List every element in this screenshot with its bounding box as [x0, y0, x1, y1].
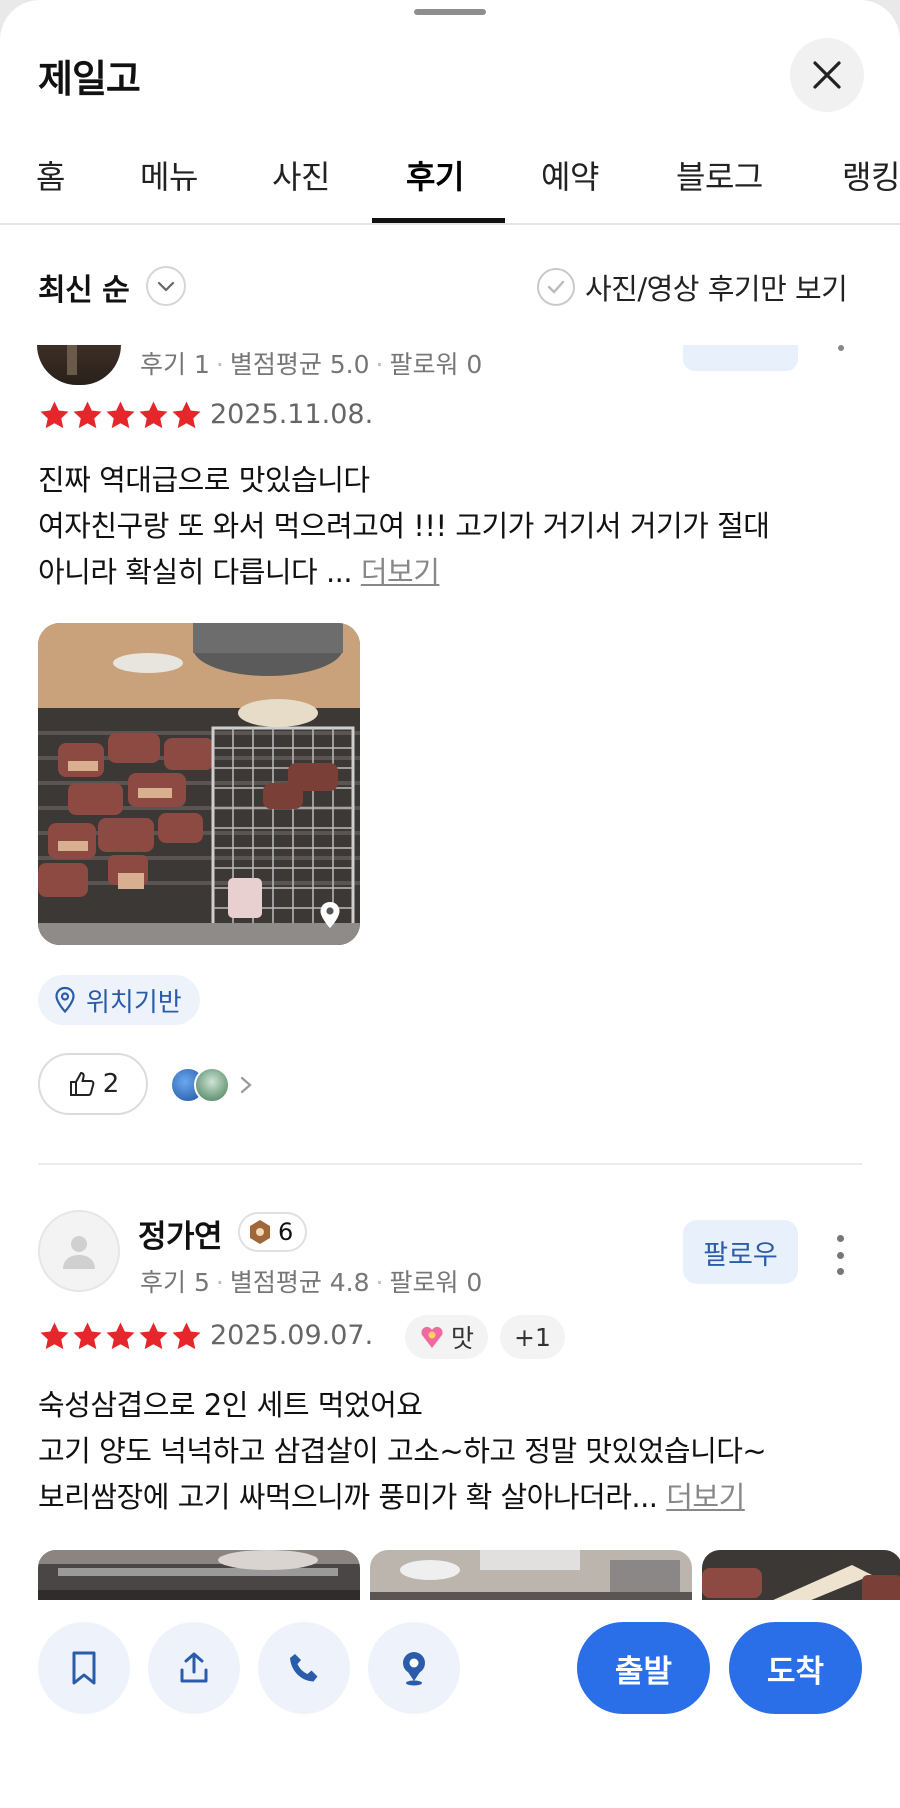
heart-taste-icon: [421, 1326, 443, 1348]
star-icon: [106, 401, 135, 429]
star-icon: [106, 1322, 135, 1350]
review-divider: [38, 1163, 862, 1165]
reviewer-avatar[interactable]: [37, 345, 121, 385]
sheet-drag-handle[interactable]: [414, 9, 486, 15]
follow-button[interactable]: 팔로우: [683, 1220, 798, 1284]
tab-ranking[interactable]: 랭킹: [842, 152, 900, 198]
thumbs-up-icon: [69, 1071, 95, 1096]
bookmark-icon: [72, 1651, 96, 1685]
review-photo[interactable]: [38, 1550, 360, 1600]
place-detail-sheet: 제일고 홈 메뉴 사진 후기 예약 블로그 랭킹 최신 순 사진/영상 후기만 …: [0, 0, 900, 1808]
active-tab-indicator: [372, 218, 505, 223]
review-text-line: 아니라 확실히 다릅니다 ... 더보기: [38, 555, 440, 589]
review-photo[interactable]: [370, 1550, 692, 1600]
like-count: 2: [102, 1069, 120, 1099]
tab-blog[interactable]: 블로그: [676, 152, 763, 198]
taste-tag-chip: 맛: [405, 1315, 489, 1359]
sort-dropdown-button[interactable]: [146, 266, 186, 306]
grilled-meat-photo: [38, 623, 360, 945]
star-icon: [40, 401, 69, 429]
depart-button[interactable]: 출발: [577, 1622, 710, 1714]
reviewer-stats: 후기 1 · 별점평균 5.0 · 팔로워 0: [140, 350, 483, 379]
review-text-line: 고기 양도 넉넉하고 삼겹살이 고소~하고 정말 맛있었습니다~: [38, 1434, 767, 1468]
tab-photos[interactable]: 사진: [272, 152, 330, 198]
reviewer-stats: 후기 5 · 별점평균 4.8 · 팔로워 0: [140, 1268, 483, 1297]
review-date: 2025.09.07.: [210, 1320, 374, 1351]
bookmark-button[interactable]: [38, 1622, 130, 1714]
photo-review-filter[interactable]: 사진/영상 후기만 보기: [537, 266, 848, 308]
star-icon: [73, 1322, 102, 1350]
hexagon-badge-icon: [250, 1220, 270, 1244]
default-user-icon: [63, 1236, 95, 1269]
review-photo[interactable]: [38, 623, 360, 945]
check-icon: [537, 268, 575, 306]
chevron-right-icon: [240, 1076, 252, 1094]
bottom-action-bar: 출발 도착: [0, 1600, 900, 1808]
review-date: 2025.11.08.: [210, 399, 374, 430]
meat-photo: [702, 1550, 900, 1600]
share-button[interactable]: [148, 1622, 240, 1714]
share-icon: [180, 1652, 208, 1683]
liker-avatar: [194, 1067, 230, 1103]
tab-reviews[interactable]: 후기: [406, 152, 464, 198]
review-text-line: 진짜 역대급으로 맛있습니다: [38, 463, 370, 497]
reviewer-name[interactable]: 정가연: [138, 1211, 223, 1256]
avatar[interactable]: [38, 1210, 120, 1292]
liker-avatars[interactable]: [170, 1067, 254, 1103]
sort-label[interactable]: 최신 순: [38, 265, 130, 309]
table-photo: [370, 1550, 692, 1600]
phone-icon: [290, 1654, 318, 1682]
star-icon: [73, 401, 102, 429]
arrive-button[interactable]: 도착: [729, 1622, 862, 1714]
reviewer-level-badge: 6: [238, 1212, 308, 1252]
location-pin-icon: [320, 902, 340, 928]
like-button[interactable]: 2: [38, 1053, 148, 1115]
map-pin-icon: [403, 1652, 425, 1686]
location-pin-icon: [55, 986, 75, 1014]
more-options-icon[interactable]: [838, 345, 844, 351]
close-icon: [813, 61, 841, 89]
tab-menu[interactable]: 메뉴: [140, 152, 198, 198]
follow-button[interactable]: [683, 345, 798, 371]
star-icon: [139, 1322, 168, 1350]
review-text-line: 여자친구랑 또 와서 먹으려고여 !!! 고기가 거기서 거기가 절대: [38, 509, 770, 543]
read-more-link[interactable]: 더보기: [361, 555, 440, 589]
location-chip-label: 위치기반: [86, 987, 182, 1018]
location-based-chip[interactable]: 위치기반: [38, 975, 200, 1025]
star-rating: [38, 1320, 203, 1353]
chevron-down-icon: [157, 281, 175, 292]
star-icon: [172, 401, 201, 429]
call-button[interactable]: [258, 1622, 350, 1714]
review-text-line: 숙성삼겹으로 2인 세트 먹었어요: [38, 1388, 423, 1422]
tab-reservation[interactable]: 예약: [541, 152, 599, 198]
more-options-icon[interactable]: [828, 1235, 852, 1275]
read-more-link[interactable]: 더보기: [666, 1480, 745, 1514]
page-title: 제일고: [38, 57, 141, 101]
star-icon: [40, 1322, 69, 1350]
review-text-line: 보리쌈장에 고기 싸먹으니까 풍미가 확 살아나더라... 더보기: [38, 1480, 745, 1514]
star-icon: [139, 401, 168, 429]
tab-home[interactable]: 홈: [36, 152, 65, 198]
photo-filter-label: 사진/영상 후기만 보기: [585, 272, 848, 306]
star-icon: [172, 1322, 201, 1350]
review-feed[interactable]: 후기 1 · 별점평균 5.0 · 팔로워 0 2025.11.08. 진짜 역대급으로…: [0, 345, 900, 1600]
map-pin-button[interactable]: [368, 1622, 460, 1714]
review-photo[interactable]: [702, 1550, 900, 1600]
more-tags-chip[interactable]: +1: [500, 1315, 565, 1359]
grill-photo: [38, 1550, 360, 1600]
tab-bar: 홈 메뉴 사진 후기 예약 블로그 랭킹: [0, 130, 900, 225]
star-rating: [38, 399, 203, 432]
close-button[interactable]: [790, 38, 864, 112]
